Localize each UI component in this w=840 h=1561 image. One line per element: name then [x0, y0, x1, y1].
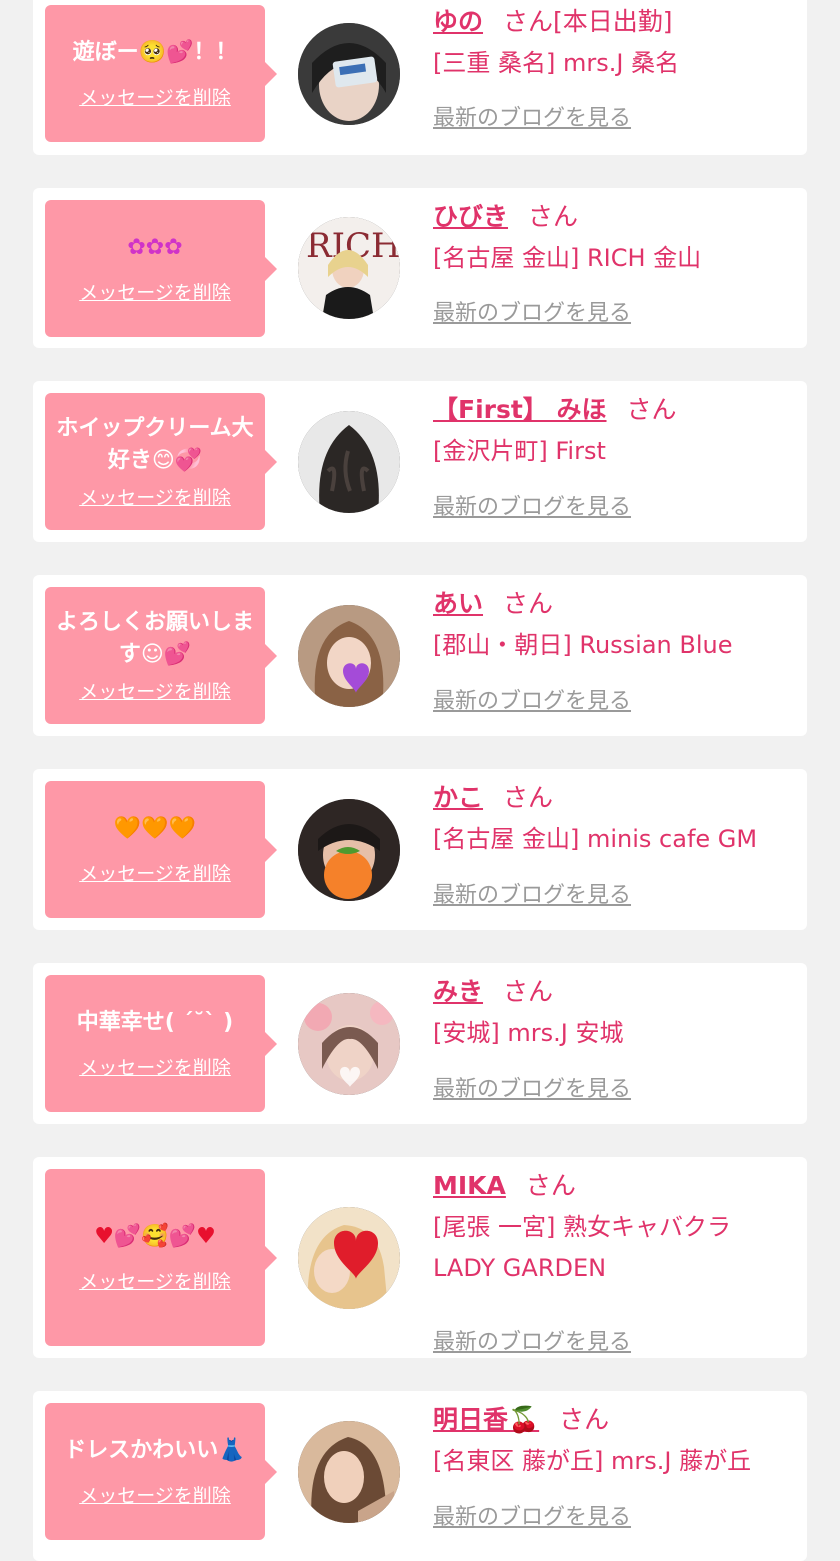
- delete-message-link[interactable]: メッセージを削除: [79, 278, 231, 305]
- user-name-link[interactable]: かこ: [433, 783, 483, 812]
- message-bubble: ♥💕🥰💕♥ メッセージを削除: [45, 1169, 277, 1346]
- user-name-link[interactable]: 【First】 みほ: [433, 395, 607, 424]
- message-text: ✿✿✿: [127, 235, 183, 260]
- user-name-link[interactable]: みき: [433, 977, 483, 1006]
- message-bubble: 🧡🧡🧡 メッセージを削除: [45, 781, 277, 918]
- latest-blog-link[interactable]: 最新のブログを見る: [433, 1324, 631, 1356]
- delete-message-link[interactable]: メッセージを削除: [79, 1481, 231, 1508]
- avatar[interactable]: RICH: [298, 217, 400, 319]
- user-name-link[interactable]: ひびき: [433, 202, 508, 231]
- message-bubble: 中華幸せ( ´˘` ) メッセージを削除: [45, 975, 277, 1112]
- user-name-link[interactable]: あい: [433, 589, 483, 618]
- avatar[interactable]: [298, 799, 400, 901]
- latest-blog-link[interactable]: 最新のブログを見る: [433, 1071, 631, 1103]
- message-text: ♥💕🥰💕♥: [94, 1224, 216, 1249]
- message-bubble: よろしくお願いします☺💕 メッセージを削除: [45, 587, 277, 724]
- message-bubble: 遊ぼー🥺💕！！ メッセージを削除: [45, 5, 277, 142]
- delete-message-link[interactable]: メッセージを削除: [79, 1053, 231, 1080]
- message-card: ✿✿✿ メッセージを削除 RICH ひびき さん [名古屋 金山] RICH 金山…: [33, 188, 807, 348]
- honorific: さん: [626, 395, 677, 424]
- message-card: ♥💕🥰💕♥ メッセージを削除 MIKA さん [尾張 一宮] 熟女キャバクラ LA…: [33, 1157, 807, 1358]
- message-card: 遊ぼー🥺💕！！ メッセージを削除 ゆの さん[本日出勤] [三重 桑名] mrs.…: [33, 0, 807, 155]
- avatar[interactable]: [298, 605, 400, 707]
- shop-info: [尾張 一宮] 熟女キャバクラ LADY GARDEN: [433, 1213, 731, 1282]
- message-bubble: ホイップクリーム大好き😊💞 メッセージを削除: [45, 393, 277, 530]
- message-text: 中華幸せ( ´˘` ): [76, 1010, 234, 1035]
- delete-message-link[interactable]: メッセージを削除: [79, 1267, 231, 1294]
- latest-blog-link[interactable]: 最新のブログを見る: [433, 295, 631, 327]
- delete-message-link[interactable]: メッセージを削除: [79, 677, 231, 704]
- latest-blog-link[interactable]: 最新のブログを見る: [433, 877, 631, 909]
- message-card: 中華幸せ( ´˘` ) メッセージを削除 みき さん [安城] mrs.J 安城 …: [33, 963, 807, 1124]
- user-name-link[interactable]: 明日香🍒: [433, 1405, 539, 1434]
- honorific: さん: [503, 977, 554, 1006]
- user-name-link[interactable]: MIKA: [433, 1171, 506, 1200]
- shop-info: [名東区 藤が丘] mrs.J 藤が丘: [433, 1447, 752, 1475]
- shop-info: [三重 桑名] mrs.J 桑名: [433, 49, 680, 77]
- honorific: さん: [503, 589, 554, 618]
- latest-blog-link[interactable]: 最新のブログを見る: [433, 489, 631, 521]
- shop-info: [郡山・朝日] Russian Blue: [433, 631, 733, 659]
- delete-message-link[interactable]: メッセージを削除: [79, 859, 231, 886]
- avatar[interactable]: [298, 1207, 400, 1309]
- delete-message-link[interactable]: メッセージを削除: [79, 483, 231, 510]
- avatar[interactable]: [298, 1421, 400, 1523]
- latest-blog-link[interactable]: 最新のブログを見る: [433, 683, 631, 715]
- message-card: よろしくお願いします☺💕 メッセージを削除 あい さん [郡山・朝日] Russi…: [33, 575, 807, 736]
- message-text: ドレスかわいい👗: [64, 1438, 246, 1463]
- message-text: よろしくお願いします☺💕: [55, 610, 254, 667]
- shop-info: [名古屋 金山] RICH 金山: [433, 244, 702, 272]
- honorific: さん: [503, 7, 554, 36]
- latest-blog-link[interactable]: 最新のブログを見る: [433, 100, 631, 132]
- message-card: ドレスかわいい👗 メッセージを削除 明日香🍒 さん [名東区 藤が丘] mrs.J…: [33, 1391, 807, 1561]
- honorific: さん: [503, 783, 554, 812]
- message-card: ホイップクリーム大好き😊💞 メッセージを削除 【First】 みほ さん [金沢片…: [33, 381, 807, 542]
- message-bubble: ✿✿✿ メッセージを削除: [45, 200, 277, 337]
- latest-blog-link[interactable]: 最新のブログを見る: [433, 1499, 631, 1531]
- shop-info: [安城] mrs.J 安城: [433, 1019, 624, 1047]
- avatar[interactable]: [298, 993, 400, 1095]
- honorific: さん: [525, 1171, 576, 1200]
- honorific: さん: [559, 1405, 610, 1434]
- message-bubble: ドレスかわいい👗 メッセージを削除: [45, 1403, 277, 1540]
- avatar[interactable]: [298, 23, 400, 125]
- honorific: さん: [528, 202, 579, 231]
- avatar[interactable]: [298, 411, 400, 513]
- shop-info: [名古屋 金山] minis cafe GM: [433, 825, 758, 853]
- message-text: 遊ぼー🥺💕！！: [72, 40, 238, 65]
- message-text: 🧡🧡🧡: [113, 816, 197, 841]
- message-text: ホイップクリーム大好き😊💞: [56, 416, 254, 473]
- delete-message-link[interactable]: メッセージを削除: [79, 83, 231, 110]
- message-card: 🧡🧡🧡 メッセージを削除 かこ さん [名古屋 金山] minis cafe GM…: [33, 769, 807, 930]
- shop-info: [金沢片町] First: [433, 437, 606, 465]
- status-text: [本日出勤]: [553, 7, 673, 36]
- user-name-link[interactable]: ゆの: [433, 7, 483, 36]
